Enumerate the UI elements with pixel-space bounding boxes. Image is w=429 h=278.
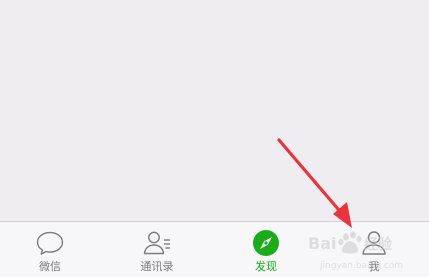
tab-contacts[interactable]: 通讯录 bbox=[117, 222, 197, 278]
person-icon bbox=[359, 228, 389, 258]
tab-chats[interactable]: 微信 bbox=[10, 222, 90, 278]
compass-icon bbox=[251, 228, 281, 258]
tab-discover[interactable]: 发现 bbox=[226, 222, 306, 278]
tab-chats-label: 微信 bbox=[39, 260, 61, 273]
bottom-tab-bar: 微信 通讯录 发现 我 bbox=[0, 221, 429, 277]
chat-bubble-icon bbox=[35, 228, 65, 258]
wechat-screen: 微信 通讯录 发现 我 Bai 经验 jingyan.baidu.com bbox=[0, 0, 429, 277]
tab-me[interactable]: 我 bbox=[334, 222, 414, 278]
tab-contacts-label: 通讯录 bbox=[140, 260, 174, 273]
empty-content-area bbox=[0, 0, 429, 221]
contacts-icon bbox=[142, 228, 172, 258]
tab-me-label: 我 bbox=[368, 260, 380, 273]
tab-discover-label: 发现 bbox=[255, 260, 277, 273]
